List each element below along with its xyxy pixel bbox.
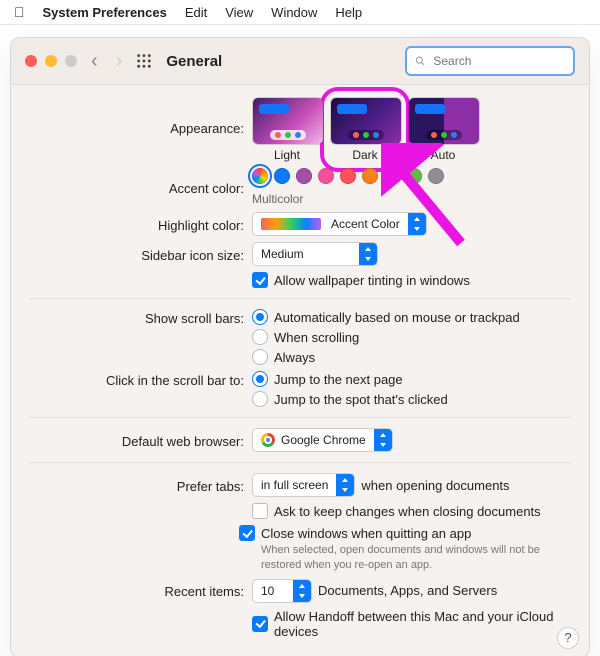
recent-items-select[interactable]: 10 (252, 579, 312, 603)
menu-help[interactable]: Help (335, 5, 362, 20)
handoff-checkbox[interactable] (252, 616, 268, 632)
sidebar-size-value: Medium (253, 247, 359, 261)
search-input[interactable] (431, 53, 565, 69)
accent-swatch-purple[interactable] (296, 168, 312, 184)
dropdown-stepper-icon (336, 474, 354, 496)
help-button[interactable]: ? (557, 627, 579, 649)
highlight-color-label: Highlight color: (29, 216, 252, 233)
scrollbars-option-text: Automatically based on mouse or trackpad (274, 310, 520, 325)
menu-view[interactable]: View (225, 5, 253, 20)
appearance-option-auto[interactable]: Auto (408, 97, 478, 162)
accent-color-label: Accent color: (29, 179, 252, 196)
minimize-window-button[interactable] (45, 55, 57, 67)
appearance-option-label: Light (252, 148, 322, 162)
macos-menubar:  System Preferences Edit View Window He… (0, 0, 600, 25)
prefer-tabs-value: in full screen (253, 478, 336, 492)
accent-swatch-yellow[interactable] (384, 168, 400, 184)
traffic-lights (25, 55, 77, 67)
ask-keep-changes-checkbox[interactable] (252, 503, 268, 519)
prefer-tabs-select[interactable]: in full screen (252, 473, 355, 497)
close-windows-text: Close windows when quitting an app (261, 526, 471, 541)
search-icon (415, 55, 425, 67)
click-scrollbar-label: Click in the scroll bar to: (29, 371, 252, 388)
appearance-option-label: Dark (330, 148, 400, 162)
default-browser-value: Google Chrome (281, 433, 366, 447)
chrome-icon (261, 433, 275, 447)
handoff-text: Allow Handoff between this Mac and your … (274, 609, 571, 639)
close-windows-checkbox[interactable] (239, 525, 255, 541)
dropdown-stepper-icon (359, 243, 377, 265)
accent-swatch-multicolor[interactable] (252, 168, 268, 184)
highlight-color-select[interactable]: Accent Color (252, 212, 427, 236)
default-browser-label: Default web browser: (29, 432, 252, 449)
recent-items-value: 10 (253, 584, 293, 598)
scrollbars-label: Show scroll bars: (29, 309, 252, 326)
zoom-window-button[interactable] (65, 55, 77, 67)
preferences-window: ‹ › General Appearance: (10, 37, 590, 656)
accent-swatch-pink[interactable] (318, 168, 334, 184)
default-browser-select[interactable]: Google Chrome (252, 428, 393, 452)
menu-edit[interactable]: Edit (185, 5, 207, 20)
section-divider (29, 417, 571, 418)
appearance-option-light[interactable]: Light (252, 97, 322, 162)
accent-caption: Multicolor (252, 192, 571, 206)
menu-window[interactable]: Window (271, 5, 317, 20)
click-scroll-option-text: Jump to the spot that's clicked (274, 392, 448, 407)
scrollbars-always-radio[interactable] (252, 349, 268, 365)
accent-swatch-orange[interactable] (362, 168, 378, 184)
pane-title: General (166, 53, 222, 70)
ask-keep-changes-text: Ask to keep changes when closing documen… (274, 504, 541, 519)
prefer-tabs-suffix: when opening documents (361, 478, 509, 493)
prefer-tabs-label: Prefer tabs: (29, 477, 252, 494)
scrollbars-option-text: When scrolling (274, 330, 359, 345)
scrollbars-scrolling-radio[interactable] (252, 329, 268, 345)
dropdown-stepper-icon (293, 580, 311, 602)
menubar-app-name[interactable]: System Preferences (43, 5, 167, 20)
accent-swatch-blue[interactable] (274, 168, 290, 184)
recent-items-label: Recent items: (29, 582, 252, 599)
forward-button[interactable]: › (112, 51, 127, 71)
highlight-color-value: Accent Color (331, 217, 400, 231)
accent-swatch-graphite[interactable] (428, 168, 444, 184)
accent-swatch-green[interactable] (406, 168, 422, 184)
close-window-button[interactable] (25, 55, 37, 67)
apple-menu-icon[interactable]:  (14, 4, 25, 20)
close-windows-note: When selected, open documents and window… (261, 543, 571, 573)
appearance-label: Appearance: (29, 97, 252, 136)
general-pane: Appearance: Light Dark (11, 85, 589, 656)
dropdown-stepper-icon (408, 213, 426, 235)
recent-items-suffix: Documents, Apps, and Servers (318, 583, 497, 598)
dropdown-stepper-icon (374, 429, 392, 451)
window-toolbar: ‹ › General (11, 38, 589, 85)
section-divider (29, 298, 571, 299)
click-scroll-option-text: Jump to the next page (274, 372, 403, 387)
click-scroll-spot-radio[interactable] (252, 391, 268, 407)
scrollbars-auto-radio[interactable] (252, 309, 268, 325)
wallpaper-tinting-checkbox[interactable] (252, 272, 268, 288)
section-divider (29, 462, 571, 463)
appearance-option-dark[interactable]: Dark (330, 97, 400, 162)
highlight-swatch-icon (261, 218, 321, 230)
search-field[interactable] (405, 46, 575, 76)
wallpaper-tinting-text: Allow wallpaper tinting in windows (274, 273, 470, 288)
back-button[interactable]: ‹ (87, 51, 102, 71)
accent-swatch-red[interactable] (340, 168, 356, 184)
appearance-option-label: Auto (408, 148, 478, 162)
click-scroll-next-radio[interactable] (252, 371, 268, 387)
scrollbars-option-text: Always (274, 350, 315, 365)
sidebar-size-label: Sidebar icon size: (29, 246, 252, 263)
show-all-icon[interactable] (136, 53, 152, 69)
sidebar-size-select[interactable]: Medium (252, 242, 378, 266)
